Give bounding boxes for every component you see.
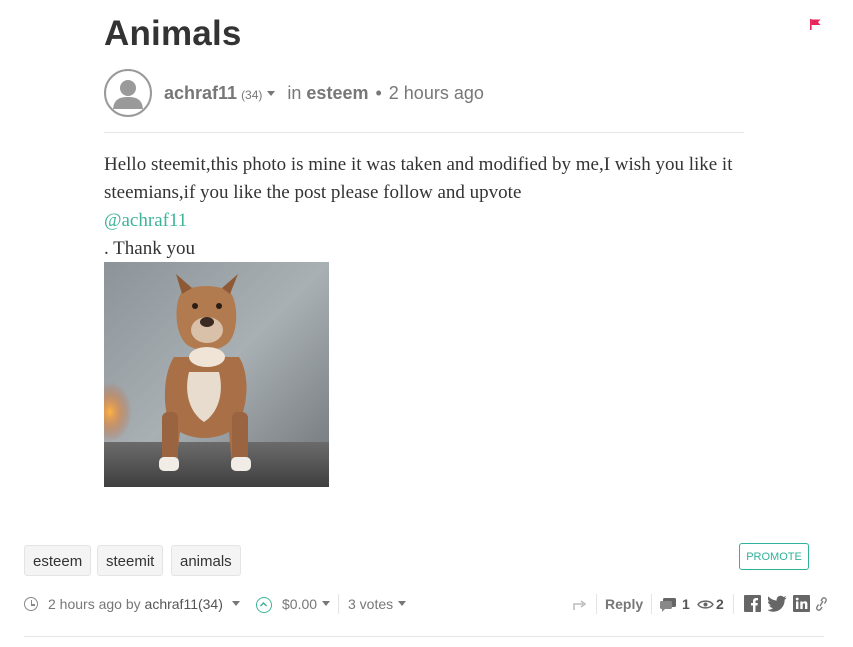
views-count: 2	[716, 596, 724, 612]
comments-icon[interactable]	[659, 597, 677, 612]
user-avatar-icon	[113, 80, 143, 109]
post-author-row: achraf11 (34) in esteem • 2 hours ago	[164, 83, 484, 104]
flag-icon[interactable]	[810, 19, 821, 30]
body-closing: . Thank you	[104, 238, 195, 259]
facebook-icon[interactable]	[744, 595, 761, 612]
link-icon[interactable]	[815, 597, 827, 611]
payout-chevron-icon	[322, 601, 331, 606]
payout-dropdown[interactable]: $0.00	[282, 596, 331, 612]
footer-separator-right	[596, 594, 597, 614]
post-title: Animals	[104, 14, 242, 53]
footer-divider	[24, 636, 824, 637]
author-dropdown-chevron-icon[interactable]	[267, 91, 276, 96]
post-timestamp[interactable]: 2 hours ago	[389, 83, 484, 104]
body-paragraph: Hello steemit,this photo is mine it was …	[104, 154, 733, 203]
votes-count: 3 votes	[348, 596, 394, 612]
clock-icon	[24, 597, 38, 611]
footer-author-link[interactable]: achraf11	[145, 596, 198, 612]
votes-chevron-icon	[398, 601, 407, 606]
tag-steemit[interactable]: steemit	[97, 545, 164, 576]
footer-author-dropdown-icon[interactable]	[231, 601, 240, 606]
comments-count: 1	[682, 596, 690, 612]
post-image[interactable]	[104, 262, 329, 487]
post-body: Hello steemit,this photo is mine it was …	[104, 151, 744, 263]
header-divider	[104, 132, 744, 133]
footer-separator-reply	[651, 594, 652, 614]
community-link[interactable]: esteem	[306, 83, 368, 104]
linkedin-icon[interactable]	[793, 595, 810, 612]
upvote-chevron-icon	[259, 601, 268, 607]
separator-dot: •	[375, 83, 382, 103]
author-reputation: (34)	[241, 88, 263, 102]
upvote-button[interactable]	[256, 597, 272, 613]
mention-link[interactable]: @achraf11	[104, 207, 744, 235]
tag-animals[interactable]: animals	[171, 545, 241, 576]
avatar[interactable]	[104, 69, 152, 117]
footer-by-label: by	[125, 596, 141, 612]
tag-esteem[interactable]: esteem	[24, 545, 92, 576]
footer-author-reputation: (34)	[197, 596, 223, 612]
eye-icon	[697, 600, 714, 609]
footer-meta: 2 hours ago by achraf11(34)	[48, 596, 240, 612]
promote-button[interactable]: PROMOTE	[739, 543, 809, 570]
votes-dropdown[interactable]: 3 votes	[348, 596, 407, 612]
author-link[interactable]: achraf11	[164, 83, 237, 104]
in-label: in	[287, 83, 302, 103]
footer-separator-share	[733, 594, 734, 614]
payout-value: $0.00	[282, 596, 318, 612]
reply-link[interactable]: Reply	[605, 596, 643, 612]
footer-separator	[338, 594, 339, 614]
resteem-icon[interactable]	[573, 599, 588, 611]
footer-timestamp[interactable]: 2 hours ago	[48, 596, 122, 612]
twitter-icon[interactable]	[768, 595, 787, 612]
